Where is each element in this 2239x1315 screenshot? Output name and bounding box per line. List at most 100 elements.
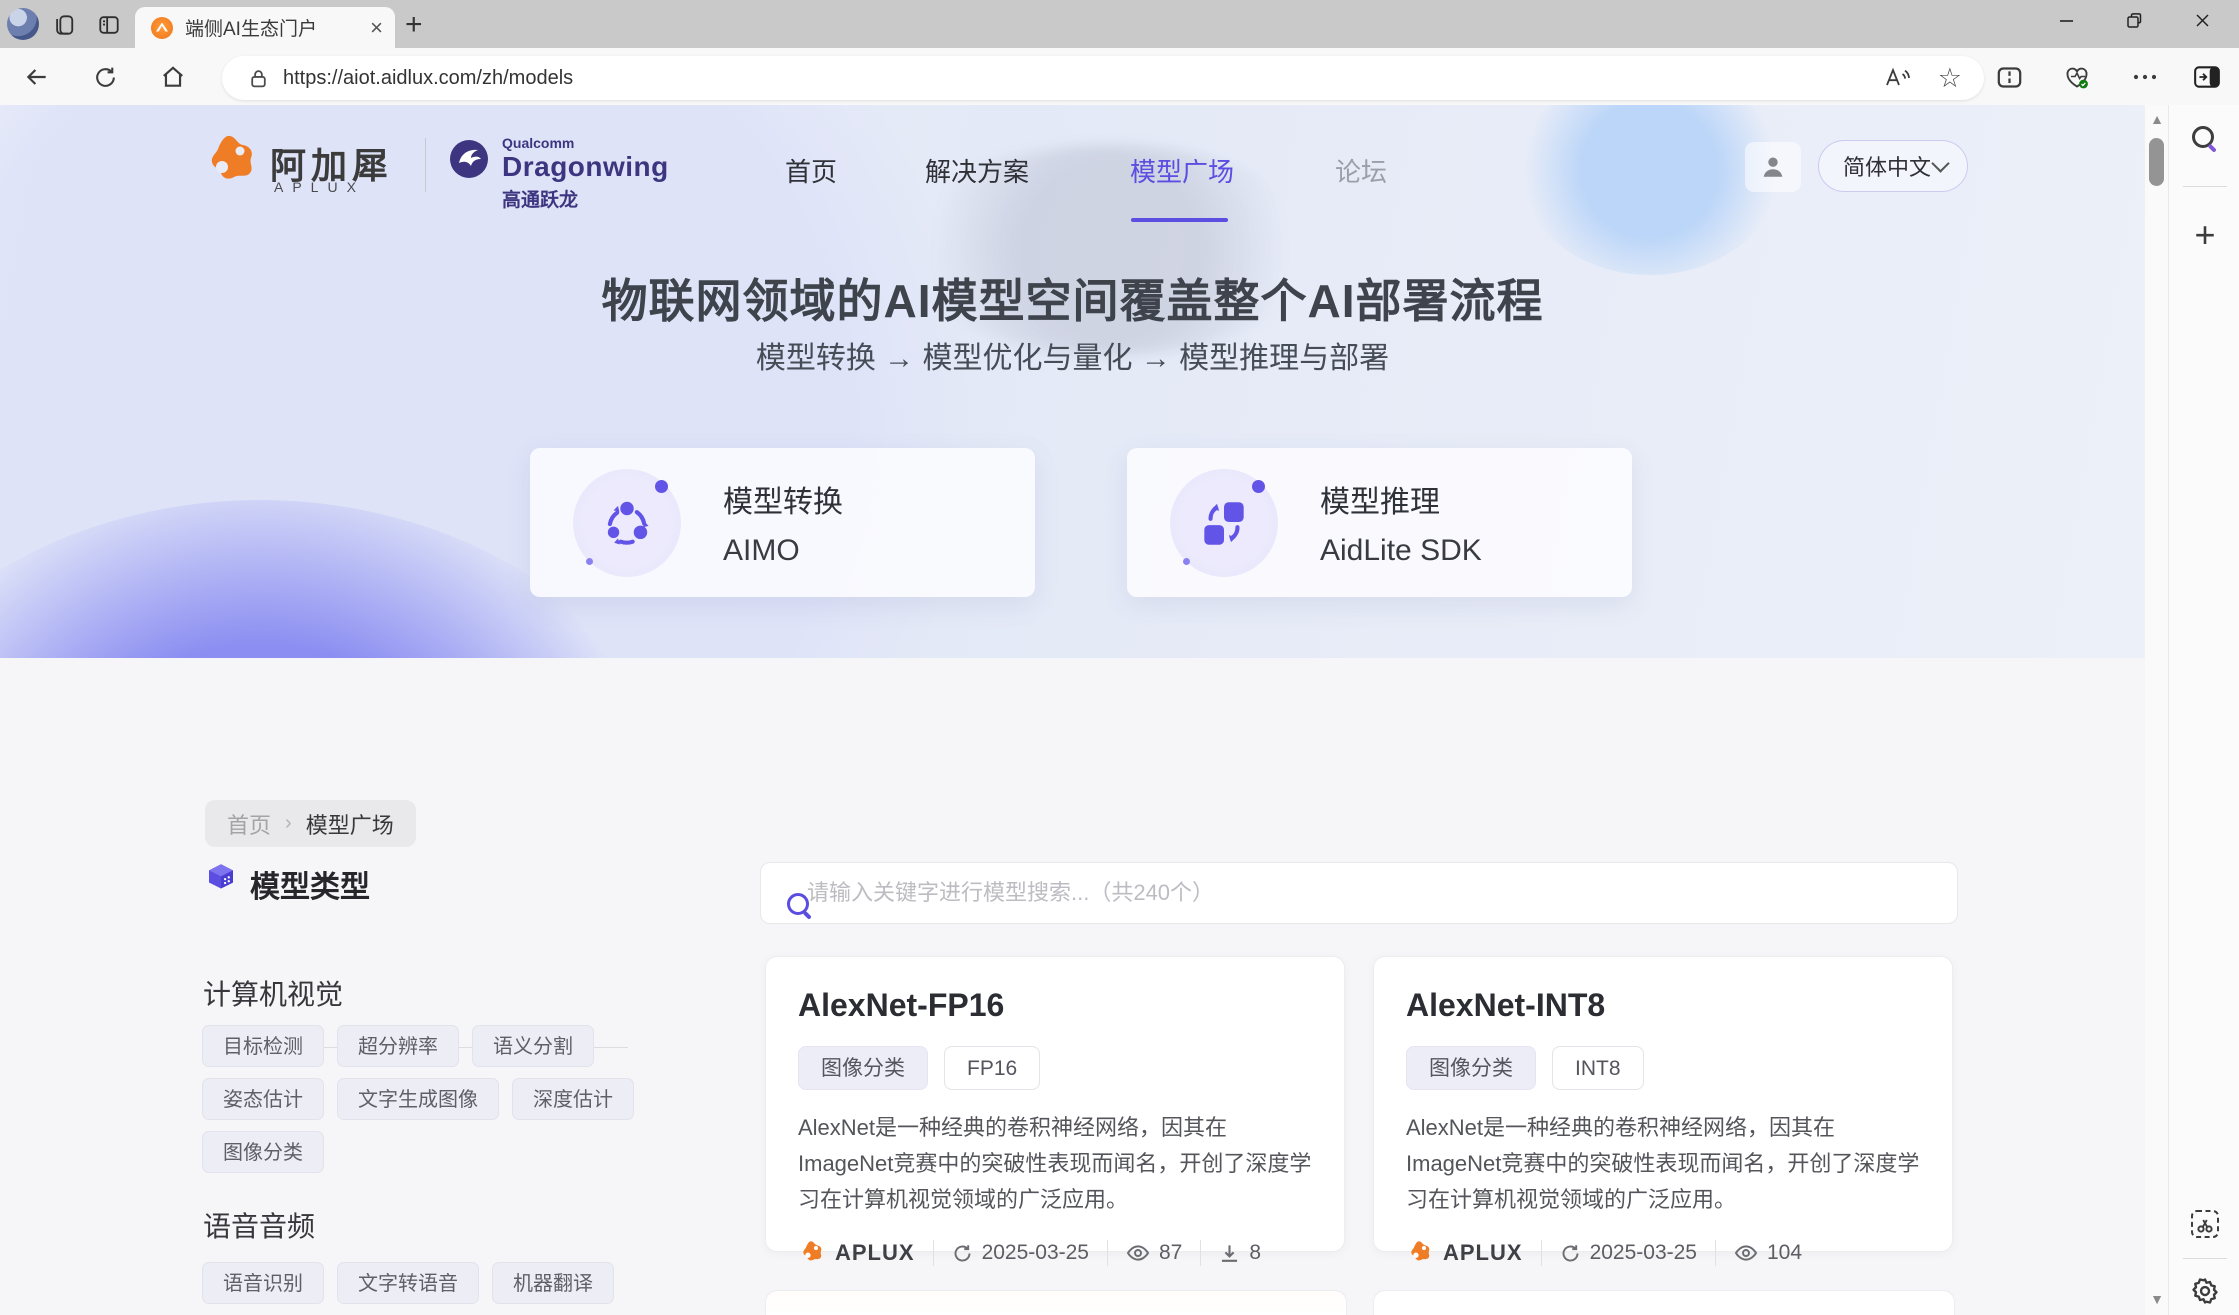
- model-card-partial: [765, 1290, 1347, 1315]
- dragonwing-cn: 高通跃龙: [502, 185, 578, 212]
- model-precision-tag: FP16: [944, 1046, 1040, 1090]
- filter-tag[interactable]: 文字生成图像: [337, 1078, 499, 1120]
- search-input[interactable]: [805, 879, 1957, 907]
- hero-card-model-inference[interactable]: 模型推理 AidLite SDK: [1127, 448, 1632, 597]
- page-content: 阿加犀 APLUX Qualcomm Dragonwing 高通跃龙 首页 解决…: [0, 105, 2145, 1315]
- window-minimize-button[interactable]: [2058, 12, 2075, 29]
- footer-divider: [1715, 1240, 1716, 1266]
- workspaces-icon[interactable]: [53, 14, 75, 36]
- more-menu-icon[interactable]: [2130, 62, 2160, 92]
- downloads-icon: [1219, 1243, 1240, 1264]
- browser-tab[interactable]: 端侧AI生态门户 ×: [135, 7, 395, 48]
- decor-dot: [1252, 480, 1265, 493]
- browser-window: 端侧AI生态门户 × + https://aiot.aidl: [0, 0, 2239, 1315]
- decor-dot: [655, 480, 668, 493]
- nav-item-forum[interactable]: 论坛: [1335, 152, 1387, 189]
- home-button[interactable]: [158, 62, 188, 92]
- filter-tag[interactable]: 语音识别: [202, 1262, 324, 1304]
- hero-card-title: 模型转换: [723, 477, 843, 521]
- breadcrumb-separator: ›: [285, 812, 292, 835]
- model-type-cube-icon: [205, 862, 237, 894]
- model-name: AlexNet-INT8: [1406, 987, 1920, 1024]
- scrollbar-thumb[interactable]: [2149, 138, 2164, 186]
- model-conversion-icon: [573, 469, 681, 577]
- model-card-alexnet-int8[interactable]: AlexNet-INT8 图像分类 INT8 AlexNet是一种经典的卷积神经…: [1373, 956, 1953, 1252]
- refresh-button[interactable]: [90, 62, 120, 92]
- window-restore-button[interactable]: [2126, 12, 2143, 29]
- user-account-button[interactable]: [1745, 142, 1801, 192]
- language-selector[interactable]: 简体中文: [1818, 140, 1968, 192]
- nav-item-solutions[interactable]: 解决方案: [925, 152, 1029, 189]
- model-precision-tag: INT8: [1552, 1046, 1644, 1090]
- lock-icon[interactable]: [248, 68, 269, 89]
- new-tab-button[interactable]: +: [405, 10, 423, 40]
- filter-tag[interactable]: 语义分割: [472, 1025, 594, 1067]
- filter-group-cv: 计算机视觉: [203, 973, 343, 1013]
- downloads-count: 8: [1249, 1241, 1261, 1265]
- model-description: AlexNet是一种经典的卷积神经网络，因其在ImageNet竞赛中的突破性表现…: [798, 1110, 1316, 1218]
- filter-tag[interactable]: 图像分类: [202, 1131, 324, 1173]
- web-capture-icon[interactable]: [2186, 1205, 2224, 1243]
- footer-divider: [933, 1240, 934, 1266]
- model-description: AlexNet是一种经典的卷积神经网络，因其在ImageNet竞赛中的突破性表现…: [1406, 1110, 1924, 1218]
- filter-tag[interactable]: 文字转语音: [337, 1262, 479, 1304]
- model-category-tag: 图像分类: [798, 1046, 928, 1090]
- publisher-logo-icon: [1406, 1240, 1433, 1266]
- language-label: 简体中文: [1843, 150, 1931, 182]
- sidebar-search-icon[interactable]: [2186, 120, 2224, 158]
- settings-gear-icon[interactable]: [2186, 1272, 2224, 1310]
- decor-dot: [586, 558, 593, 565]
- sidebar-add-icon[interactable]: +: [2186, 216, 2224, 254]
- views-count: 104: [1767, 1241, 1802, 1265]
- tab-close-icon[interactable]: ×: [370, 17, 383, 39]
- publisher-name: APLUX: [1443, 1240, 1523, 1266]
- filter-tag[interactable]: 深度估计: [512, 1078, 634, 1120]
- sidebar-toggle-icon[interactable]: [2192, 62, 2222, 92]
- filter-tag[interactable]: 目标检测: [202, 1025, 324, 1067]
- back-button[interactable]: [22, 62, 52, 92]
- read-aloud-icon[interactable]: [1884, 65, 1912, 91]
- updated-date: 2025-03-25: [1590, 1241, 1697, 1265]
- views-count: 87: [1159, 1241, 1182, 1265]
- dragonwing-brand: Qualcomm: [502, 135, 574, 151]
- split-screen-icon[interactable]: [1994, 62, 2024, 92]
- profile-avatar[interactable]: [7, 8, 39, 40]
- hero-card-name: AIMO: [723, 534, 843, 568]
- page-scrollbar[interactable]: [2145, 105, 2168, 1315]
- updated-icon: [1560, 1243, 1581, 1264]
- model-name: AlexNet-FP16: [798, 987, 1312, 1024]
- favorites-star-icon[interactable]: ☆: [1938, 65, 1962, 92]
- scroll-down-arrow[interactable]: ▼: [2147, 1292, 2167, 1306]
- views-icon: [1734, 1243, 1758, 1263]
- logo-text-en: APLUX: [274, 179, 365, 195]
- tab-title: 端侧AI生态门户: [185, 14, 317, 41]
- nav-item-models[interactable]: 模型广场: [1130, 152, 1234, 189]
- hero-card-name: AidLite SDK: [1320, 534, 1482, 568]
- footer-divider: [1541, 1240, 1542, 1266]
- filter-panel-title: 模型类型: [250, 862, 370, 906]
- aplux-logo[interactable]: [200, 133, 260, 191]
- model-category-tag: 图像分类: [1406, 1046, 1536, 1090]
- hero-card-title: 模型推理: [1320, 477, 1482, 521]
- model-search-bar[interactable]: [760, 862, 1958, 924]
- model-card-alexnet-fp16[interactable]: AlexNet-FP16 图像分类 FP16 AlexNet是一种经典的卷积神经…: [765, 956, 1345, 1252]
- logo-divider: [425, 138, 426, 192]
- edge-sidebar: [2168, 105, 2239, 1315]
- hero-title: 物联网领域的AI模型空间覆盖整个AI部署流程: [0, 265, 2145, 331]
- vertical-tabs-icon[interactable]: [98, 14, 120, 36]
- browser-essentials-icon[interactable]: [2062, 62, 2092, 92]
- publisher-logo-icon: [798, 1240, 825, 1266]
- nav-active-underline: [1131, 218, 1228, 222]
- breadcrumb: 首页 › 模型广场: [205, 800, 416, 847]
- nav-item-home[interactable]: 首页: [785, 152, 837, 189]
- hero-blob-blue-ring: [1690, 585, 2145, 658]
- window-close-button[interactable]: [2194, 12, 2211, 29]
- chevron-down-icon: [1931, 154, 1949, 172]
- breadcrumb-home[interactable]: 首页: [227, 808, 271, 840]
- hero-card-model-conversion[interactable]: 模型转换 AIMO: [530, 448, 1035, 597]
- address-bar[interactable]: https://aiot.aidlux.com/zh/models ☆: [222, 56, 1984, 100]
- filter-tag[interactable]: 超分辨率: [337, 1025, 459, 1067]
- scroll-up-arrow[interactable]: ▲: [2147, 112, 2167, 126]
- filter-tag[interactable]: 机器翻译: [492, 1262, 614, 1304]
- filter-tag[interactable]: 姿态估计: [202, 1078, 324, 1120]
